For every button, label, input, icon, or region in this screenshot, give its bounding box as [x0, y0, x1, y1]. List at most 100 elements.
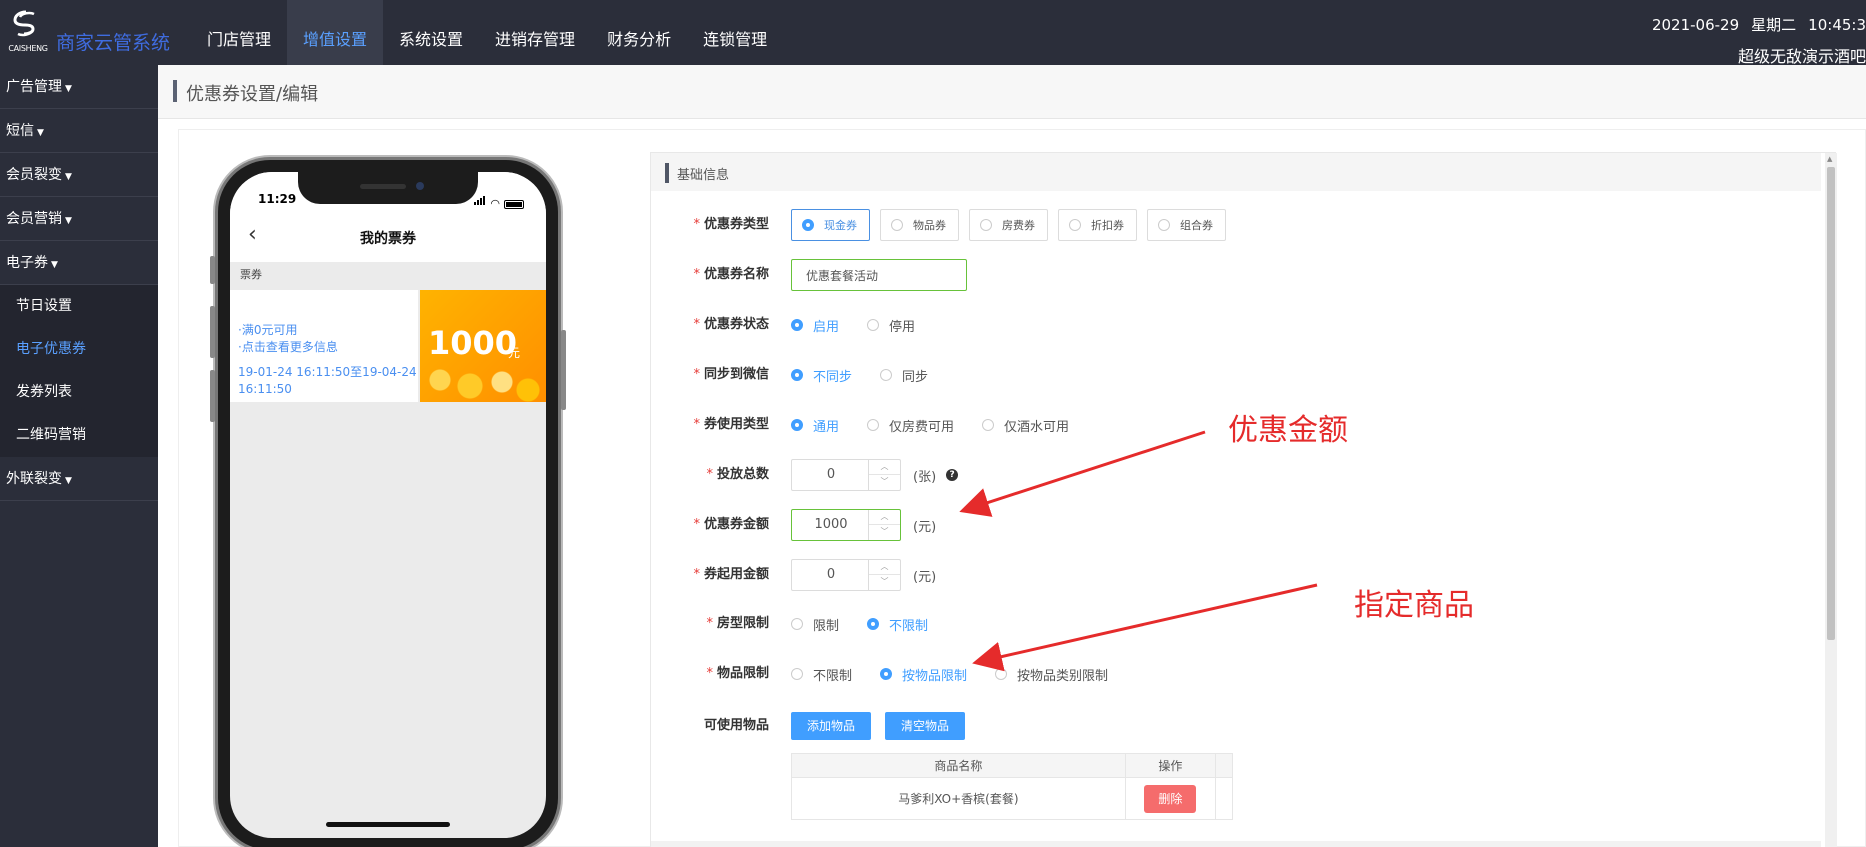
chevron-up-icon[interactable]: ︿ — [869, 460, 900, 475]
ticket-section-label: 票券 — [240, 268, 262, 281]
caret-down-icon: ▼ — [37, 128, 44, 138]
radio-dot — [791, 618, 803, 630]
time-text: 10:45:3 — [1808, 16, 1866, 34]
caret-down-icon: ▼ — [65, 216, 72, 226]
sync-yes-radio[interactable]: 同步 — [880, 366, 928, 385]
usage-drinks-only-radio[interactable]: 仅酒水可用 — [982, 416, 1069, 435]
chevron-down-icon[interactable]: ﹀ — [869, 575, 900, 590]
vertical-scrollbar[interactable]: ▲ — [1825, 153, 1837, 847]
sidebar-item-member-marketing[interactable]: 会员营销 ▼ — [0, 197, 158, 241]
sync-wechat-label: * 同步到微信 — [651, 359, 769, 391]
radio-dot — [891, 219, 903, 231]
topnav-financial-analysis[interactable]: 财务分析 — [591, 0, 687, 65]
coupon-name-input[interactable] — [791, 259, 967, 291]
breadcrumb: 优惠券设置/编辑 — [158, 65, 1866, 119]
coupon-amount-value[interactable]: 1000 — [792, 510, 870, 540]
store-name[interactable]: 超级无敌演示酒吧 — [1640, 43, 1866, 67]
goods-name-cell: 马爹利XO+香槟(套餐) — [791, 777, 1126, 820]
radio-dot — [791, 369, 803, 381]
signal-icon — [474, 194, 486, 209]
sync-no-radio[interactable]: 不同步 — [791, 366, 852, 385]
min-amount-value[interactable]: 0 — [792, 560, 870, 590]
total-issue-value[interactable]: 0 — [792, 460, 870, 490]
stepper-controls: ︿ ﹀ — [868, 560, 900, 590]
topnav-system-settings[interactable]: 系统设置 — [383, 0, 479, 65]
usage-room-only-label: 仅房费可用 — [889, 419, 955, 435]
status-enabled-radio[interactable]: 启用 — [791, 316, 839, 335]
coupon-type-combo[interactable]: 组合券 — [1147, 209, 1226, 241]
delete-button[interactable]: 删除 — [1144, 784, 1197, 813]
topnav-store-management[interactable]: 门店管理 — [191, 0, 287, 65]
sidebar-subitem-qrcode-marketing[interactable]: 二维码营销 — [0, 414, 158, 457]
coupon-type-options: 现金券 物品券 房费券 折扣券 组合券 — [791, 209, 1236, 241]
sidebar-subitem-holiday-settings[interactable]: 节日设置 — [0, 285, 158, 328]
table-row: 马爹利XO+香槟(套餐) 删除 — [791, 777, 1234, 820]
sync-no-label: 不同步 — [813, 369, 853, 385]
radio-dot — [791, 319, 803, 331]
topnav-value-added-settings[interactable]: 增值设置 — [287, 0, 384, 65]
sidebar-submenu: 节日设置 电子优惠券 发券列表 二维码营销 — [0, 285, 158, 457]
coupon-card[interactable]: ·满0元可用 ·点击查看更多信息 19-01-24 16:11:50至19-04… — [230, 290, 546, 402]
room-limit-yes-radio[interactable]: 限制 — [791, 615, 839, 634]
coupon-name-row: * 优惠券名称 — [651, 259, 1811, 291]
sidebar-item-sms[interactable]: 短信 ▼ — [0, 109, 158, 153]
required-mark: * — [693, 367, 700, 382]
scroll-up-icon[interactable]: ▲ — [1827, 155, 1832, 163]
chevron-down-icon[interactable]: ﹀ — [869, 475, 900, 490]
spacer-cell — [1214, 777, 1234, 820]
sidebar-item-e-coupon[interactable]: 电子券 ▼ — [0, 241, 158, 285]
weekday-text: 星期二 — [1751, 16, 1797, 34]
chevron-up-icon[interactable]: ︿ — [869, 510, 900, 525]
coupon-type-goods[interactable]: 物品券 — [880, 209, 959, 241]
status-disabled-radio[interactable]: 停用 — [867, 316, 915, 335]
usage-general-radio[interactable]: 通用 — [791, 416, 839, 435]
usage-drinks-only-label: 仅酒水可用 — [1004, 419, 1070, 435]
sidebar-item-ads[interactable]: 广告管理 ▼ — [0, 65, 158, 109]
sidebar-subitem-e-coupons[interactable]: 电子优惠券 — [0, 328, 158, 371]
chevron-up-icon[interactable]: ︿ — [869, 560, 900, 575]
add-goods-button[interactable]: 添加物品 — [791, 712, 872, 740]
sidebar-item-external-fission[interactable]: 外联裂变 ▼ — [0, 457, 158, 501]
sidebar-item-member-fission[interactable]: 会员裂变 ▼ — [0, 153, 158, 197]
coupon-type-discount-label: 折扣券 — [1091, 219, 1124, 232]
min-amount-row: * 券起用金额 0 ︿ ﹀ (元) — [651, 559, 1811, 591]
room-limit-no-radio[interactable]: 不限制 — [867, 615, 928, 634]
sidebar-item-label: 会员营销 — [6, 211, 62, 227]
stepper-controls: ︿ ﹀ — [868, 510, 900, 540]
radio-dot — [982, 419, 995, 431]
scroll-thumb[interactable] — [1827, 167, 1835, 640]
usage-room-only-radio[interactable]: 仅房费可用 — [867, 416, 954, 435]
goods-limit-none-radio[interactable]: 不限制 — [791, 665, 852, 684]
total-issue-stepper[interactable]: 0 ︿ ﹀ — [791, 459, 901, 491]
coupon-type-discount[interactable]: 折扣券 — [1058, 209, 1137, 241]
coupon-type-room[interactable]: 房费券 — [969, 209, 1048, 241]
caret-down-icon: ▼ — [65, 476, 72, 486]
radio-dot — [791, 419, 803, 431]
app-logo[interactable]: CAISHENG — [4, 6, 52, 58]
room-limit-label: * 房型限制 — [651, 608, 769, 640]
clear-goods-button[interactable]: 清空物品 — [885, 712, 966, 740]
sidebar-item-label: 外联裂变 — [6, 471, 62, 487]
radio-dot — [791, 668, 803, 680]
system-title: 商家云管系统 — [56, 32, 171, 54]
help-icon[interactable]: ? — [946, 469, 959, 481]
radio-dot — [867, 319, 880, 331]
battery-icon — [504, 200, 524, 209]
page-title: 优惠券设置/编辑 — [186, 84, 319, 105]
min-amount-stepper[interactable]: 0 ︿ ﹀ — [791, 559, 901, 591]
coupon-amount-control: 1000 ︿ ﹀ (元) — [791, 509, 936, 541]
goods-limit-by-category-label: 按物品类别限制 — [1017, 668, 1109, 684]
usable-goods-row: 可使用物品 添加物品 清空物品 — [651, 710, 1811, 742]
sidebar-subitem-issue-list[interactable]: 发券列表 — [0, 371, 158, 414]
required-mark: * — [693, 317, 700, 332]
usage-general-label: 通用 — [813, 419, 840, 435]
total-issue-label: * 投放总数 — [651, 459, 769, 491]
topnav-chain-management[interactable]: 连锁管理 — [687, 0, 783, 65]
topnav-inventory-management[interactable]: 进销存管理 — [479, 0, 591, 65]
goods-limit-by-item-radio[interactable]: 按物品限制 — [880, 665, 967, 684]
coupon-amount-stepper[interactable]: 1000 ︿ ﹀ — [791, 509, 901, 541]
phone-volume-up-button — [210, 306, 215, 358]
chevron-down-icon[interactable]: ﹀ — [869, 525, 900, 540]
coupon-type-cash[interactable]: 现金券 — [791, 209, 870, 241]
goods-limit-by-category-radio[interactable]: 按物品类别限制 — [995, 665, 1108, 684]
